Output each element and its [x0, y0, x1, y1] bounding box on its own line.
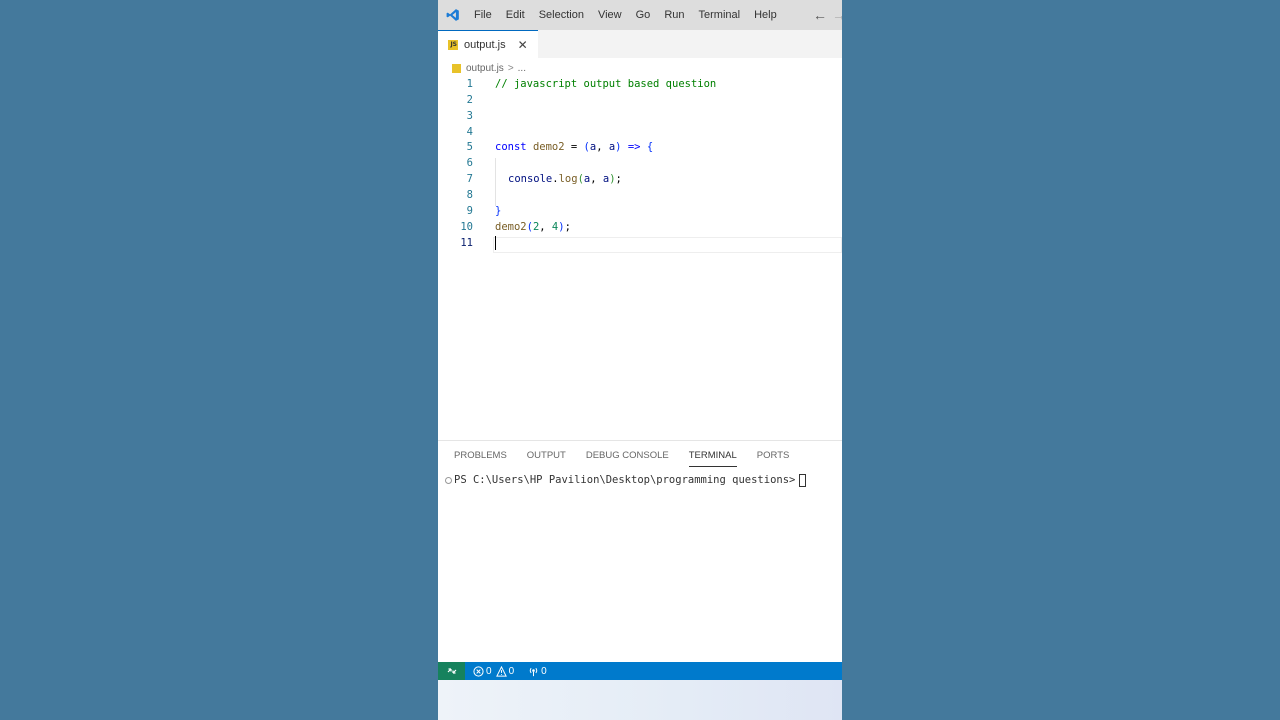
terminal-decoration-icon	[445, 477, 452, 484]
token-keyword: const	[495, 141, 527, 153]
error-icon	[473, 665, 484, 677]
code-text: demo2(2, 4);	[495, 219, 571, 235]
code-text: // javascript output based question	[495, 78, 717, 90]
line-number: 8	[466, 189, 473, 201]
line-number: 2	[466, 94, 473, 106]
menu-edit[interactable]: Edit	[499, 0, 532, 30]
token-operator: =	[570, 141, 578, 153]
tab-problems[interactable]: PROBLEMS	[454, 447, 507, 467]
token-paren: )	[615, 141, 622, 153]
code-line: 6	[438, 155, 842, 171]
tab-output[interactable]: OUTPUT	[527, 447, 566, 467]
code-line: 9 }	[438, 203, 842, 219]
code-editor[interactable]: 1 // javascript output based question 2 …	[438, 76, 842, 440]
code-line: 7 console.log(a, a);	[438, 171, 842, 187]
line-number: 4	[466, 126, 473, 138]
line-number: 6	[466, 157, 473, 169]
code-text: console.log(a, a);	[508, 171, 622, 187]
tab-output-js[interactable]: JS output.js ✕	[438, 30, 538, 58]
nav-arrows: ← →	[808, 0, 842, 30]
breadcrumb-more[interactable]: ...	[518, 63, 526, 74]
token-function-name: demo2	[532, 141, 565, 153]
terminal-line: PS C:\Users\HP Pavilion\Desktop\programm…	[454, 473, 807, 487]
remote-icon[interactable]	[438, 662, 465, 680]
breadcrumb: output.js > ...	[452, 59, 526, 77]
code-text: const demo2 = (a, a) => {	[495, 139, 653, 155]
code-line: 10 demo2(2, 4);	[438, 219, 842, 235]
token-comma: ,	[539, 221, 546, 233]
line-number: 11	[460, 237, 473, 249]
line-number: 7	[466, 173, 473, 185]
breadcrumb-file[interactable]: output.js	[466, 63, 504, 74]
chevron-right-icon: >	[507, 62, 514, 74]
arrow-left-icon[interactable]: ←	[808, 7, 832, 23]
vscode-logo-icon	[438, 0, 468, 30]
token-brace: }	[495, 205, 502, 217]
token-arrow: =>	[627, 141, 641, 153]
warning-icon	[495, 665, 507, 677]
problems-status[interactable]: 0 0	[473, 665, 515, 677]
editor-tab-bar: JS output.js ✕	[438, 30, 842, 58]
code-line: 11	[438, 235, 842, 251]
tab-terminal[interactable]: TERMINAL	[688, 447, 737, 467]
ports-status[interactable]: 0	[528, 666, 547, 677]
js-file-icon: JS	[448, 39, 458, 50]
menu-terminal[interactable]: Terminal	[692, 0, 748, 30]
taskbar-area	[438, 680, 842, 720]
menu-selection[interactable]: Selection	[532, 0, 591, 30]
code-line: 2	[438, 92, 842, 108]
line-number: 10	[460, 221, 473, 233]
broadcast-icon	[529, 667, 538, 676]
terminal-prompt: PS C:\Users\HP Pavilion\Desktop\programm…	[454, 474, 796, 486]
close-icon[interactable]: ✕	[518, 38, 528, 52]
menu-file[interactable]: File	[468, 0, 499, 30]
ports-count: 0	[541, 665, 547, 677]
token-comma: ,	[596, 141, 603, 153]
vscode-window: File Edit Selection View Go Run Terminal…	[438, 0, 842, 720]
line-number: 1	[466, 78, 473, 90]
line-number: 9	[466, 205, 473, 217]
token-brace: {	[646, 141, 654, 153]
menu-run[interactable]: Run	[657, 0, 691, 30]
token-function-call: demo2	[495, 221, 527, 233]
menu-help[interactable]: Help	[747, 0, 784, 30]
status-bar: 0 0 0	[438, 662, 842, 680]
js-file-icon	[452, 63, 461, 73]
code-line: 8	[438, 187, 842, 203]
token-semicolon: ;	[564, 221, 571, 233]
warning-count: 0	[508, 665, 515, 677]
code-line: 4	[438, 124, 842, 140]
menu-view[interactable]: View	[591, 0, 629, 30]
token-object: console	[508, 173, 553, 185]
code-line: 3	[438, 108, 842, 124]
text-cursor	[495, 236, 496, 250]
token-comma: ,	[590, 173, 597, 185]
code-line: 1 // javascript output based question	[438, 76, 842, 92]
menu-go[interactable]: Go	[629, 0, 658, 30]
error-count: 0	[486, 665, 492, 677]
arrow-right-icon[interactable]: →	[832, 7, 842, 23]
line-number: 3	[466, 110, 473, 122]
line-number: 5	[466, 141, 473, 153]
tab-debug-console[interactable]: DEBUG CONSOLE	[586, 447, 669, 467]
bottom-panel: PROBLEMS OUTPUT DEBUG CONSOLE TERMINAL P…	[438, 440, 842, 663]
code-line: 5 const demo2 = (a, a) => {	[438, 139, 842, 155]
tab-label: output.js	[464, 38, 506, 51]
terminal-cursor	[799, 473, 807, 487]
panel-tabs: PROBLEMS OUTPUT DEBUG CONSOLE TERMINAL P…	[454, 447, 809, 467]
tab-ports[interactable]: PORTS	[757, 447, 790, 467]
token-semicolon: ;	[615, 173, 622, 185]
token-method: log	[558, 173, 578, 185]
menu-bar: File Edit Selection View Go Run Terminal…	[438, 0, 842, 30]
